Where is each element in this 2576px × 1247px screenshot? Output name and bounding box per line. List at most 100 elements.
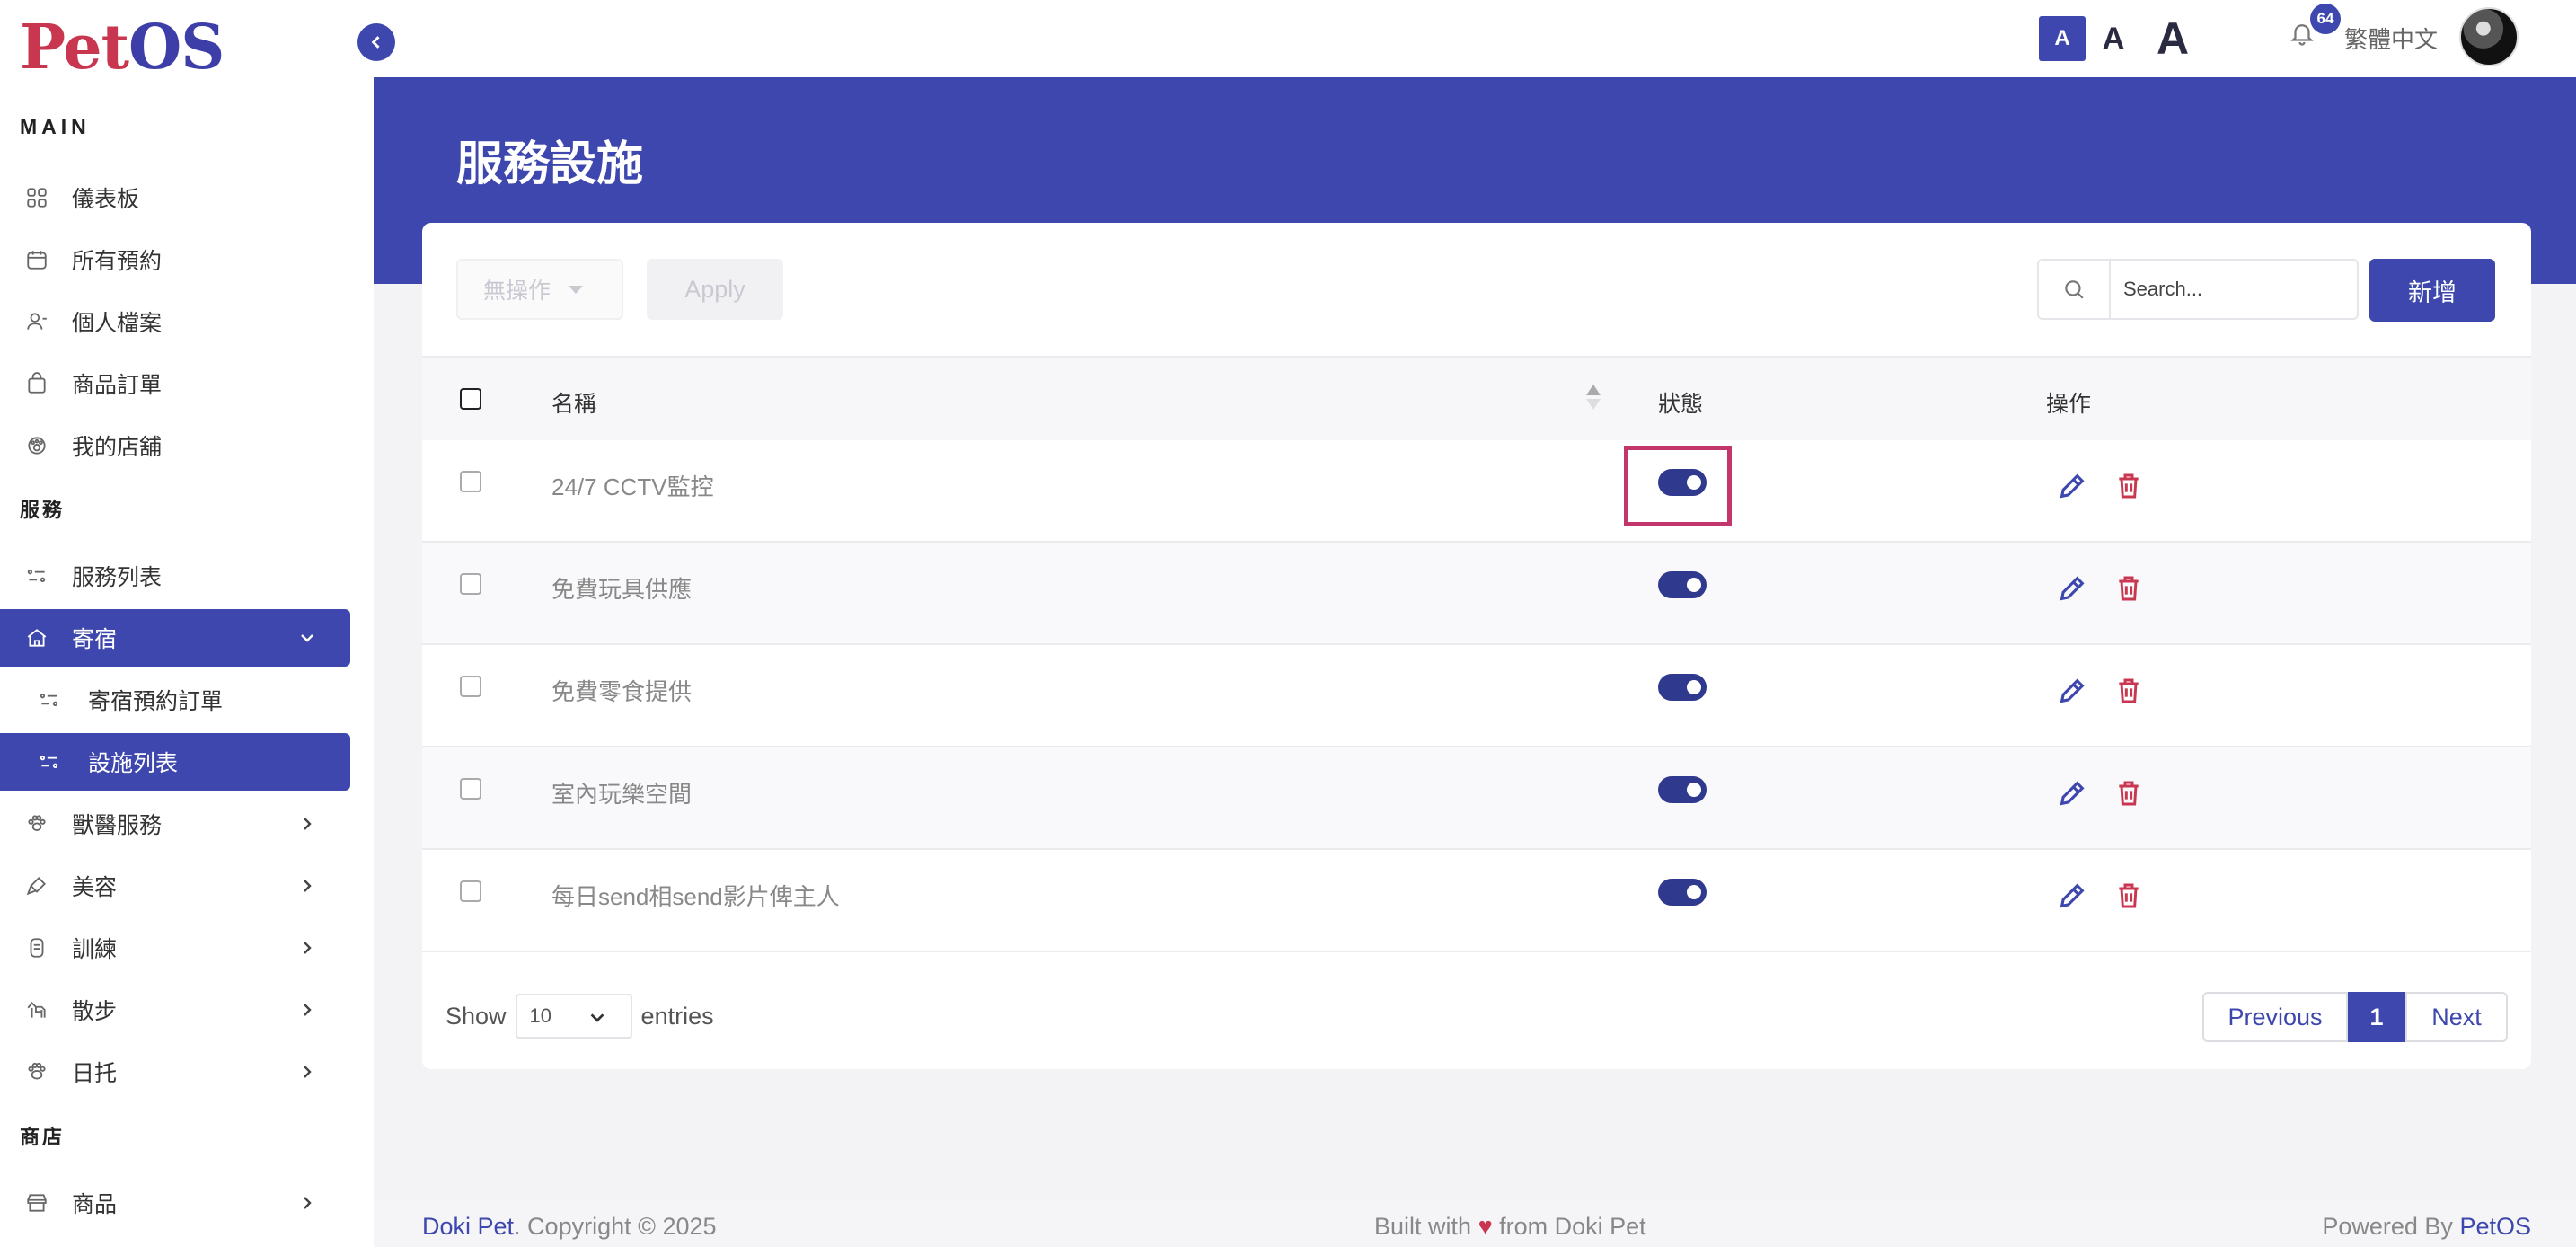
font-size-large-button[interactable]: A xyxy=(2147,13,2199,64)
apply-button[interactable]: Apply xyxy=(647,259,783,320)
search-input[interactable] xyxy=(2111,278,2353,301)
edit-icon[interactable] xyxy=(2057,471,2087,501)
font-size-small-button[interactable]: A xyxy=(2039,16,2086,61)
previous-page-button[interactable]: Previous xyxy=(2202,992,2348,1042)
sidebar-item-all-bookings[interactable]: 所有預約 xyxy=(0,231,350,288)
row-checkbox[interactable] xyxy=(460,471,481,492)
row-checkbox[interactable] xyxy=(460,880,481,902)
row-checkbox[interactable] xyxy=(460,778,481,800)
status-toggle[interactable] xyxy=(1658,571,1707,598)
sidebar-item-label: 所有預約 xyxy=(72,249,163,274)
facility-name: 室內玩樂空間 xyxy=(551,781,693,808)
select-all-checkbox[interactable] xyxy=(460,388,481,410)
next-page-button[interactable]: Next xyxy=(2405,992,2508,1042)
column-header-status: 狀態 xyxy=(1658,392,1704,417)
column-header-name[interactable]: 名稱 xyxy=(551,386,596,419)
avatar[interactable] xyxy=(2459,7,2519,66)
bulk-action-select[interactable]: 無操作 xyxy=(456,259,623,320)
facility-name: 24/7 CCTV監控 xyxy=(551,473,714,500)
chevron-left-icon xyxy=(371,36,380,49)
add-button[interactable]: 新增 xyxy=(2369,259,2495,322)
powered-brand-link[interactable]: PetOS xyxy=(2459,1213,2531,1240)
entries-label: entries xyxy=(640,1002,714,1030)
edit-icon[interactable] xyxy=(2057,778,2087,809)
highlighted-status-toggle-box xyxy=(1624,446,1732,526)
facility-name: 免費玩具供應 xyxy=(551,576,693,603)
table-row: 免費玩具供應 xyxy=(422,543,2531,645)
sidebar-item-walking[interactable]: 散步 xyxy=(0,981,350,1039)
table-row: 室內玩樂空間 xyxy=(422,747,2531,850)
sidebar-item-products[interactable]: 商品 xyxy=(0,1174,350,1232)
sidebar-item-label: 儀表板 xyxy=(72,187,140,212)
built-prefix: Built with xyxy=(1374,1213,1472,1240)
page-title: 服務設施 xyxy=(456,138,644,190)
trash-icon[interactable] xyxy=(2114,573,2143,604)
sidebar-item-label: 商品訂單 xyxy=(72,373,163,398)
caret-down-icon xyxy=(569,285,584,294)
edit-icon[interactable] xyxy=(2057,880,2087,911)
footer-powered-by: Powered By PetOS xyxy=(2322,1213,2531,1241)
edit-icon[interactable] xyxy=(2057,676,2087,706)
sidebar-item-label: 商品 xyxy=(72,1192,118,1217)
sidebar-item-dashboard[interactable]: 儀表板 xyxy=(0,169,350,226)
status-toggle[interactable] xyxy=(1658,674,1707,701)
grid-icon xyxy=(25,186,49,209)
sidebar-item-profile[interactable]: 個人檔案 xyxy=(0,293,350,350)
sidebar-collapse-button[interactable] xyxy=(357,23,395,61)
sidebar-item-facility-list[interactable]: 設施列表 xyxy=(0,733,350,791)
pagination: Previous 1 Next xyxy=(2202,992,2508,1042)
built-suffix: from Doki Pet xyxy=(1499,1213,1646,1240)
list-icon xyxy=(25,564,49,588)
status-toggle[interactable] xyxy=(1658,776,1707,803)
row-checkbox[interactable] xyxy=(460,676,481,697)
sidebar-item-grooming[interactable]: 美容 xyxy=(0,857,350,915)
row-checkbox[interactable] xyxy=(460,573,481,595)
chevron-right-icon xyxy=(296,813,318,835)
chevron-right-icon xyxy=(296,999,318,1021)
footer-brand-link[interactable]: Doki Pet xyxy=(422,1213,514,1240)
trash-icon[interactable] xyxy=(2114,880,2143,911)
sidebar-item-label: 日托 xyxy=(72,1061,118,1086)
paw-icon xyxy=(25,1060,49,1083)
edit-icon[interactable] xyxy=(2057,573,2087,604)
table-header: 名稱 狀態 操作 xyxy=(422,356,2531,440)
sidebar-item-label: 服務列表 xyxy=(72,565,163,590)
paw-icon xyxy=(25,434,49,457)
page-length-select[interactable]: 10 xyxy=(515,994,632,1039)
sidebar-item-service-list[interactable]: 服務列表 xyxy=(0,547,350,605)
facility-table-card: 無操作 Apply 新增 名稱 狀態 操作 24/7 CCTV監控 免費玩具供應… xyxy=(422,223,2531,1069)
chevron-down-icon xyxy=(590,1013,604,1022)
sort-icon[interactable] xyxy=(1586,385,1601,411)
store-icon xyxy=(25,1191,49,1215)
calendar-icon xyxy=(25,248,49,271)
sidebar-item-vet[interactable]: 獸醫服務 xyxy=(0,795,350,853)
sidebar-item-label: 個人檔案 xyxy=(72,311,163,336)
notification-badge: 64 xyxy=(2310,4,2341,34)
section-title-shop: 商店 xyxy=(20,1126,66,1148)
page-1-button[interactable]: 1 xyxy=(2348,992,2405,1042)
sidebar-item-my-store[interactable]: 我的店舖 xyxy=(0,417,350,474)
search-icon xyxy=(2039,261,2111,318)
medal-icon xyxy=(25,936,49,960)
dog-icon xyxy=(25,998,49,1021)
sidebar-item-product-orders[interactable]: 商品訂單 xyxy=(0,355,350,412)
font-size-medium-button[interactable]: A xyxy=(2093,16,2134,61)
language-selector[interactable]: 繁體中文 xyxy=(2344,22,2438,55)
chevron-right-icon xyxy=(296,1061,318,1083)
sidebar-item-boarding[interactable]: 寄宿 xyxy=(0,609,350,667)
sidebar-item-training[interactable]: 訓練 xyxy=(0,919,350,977)
show-label: Show xyxy=(446,1002,507,1030)
status-toggle[interactable] xyxy=(1658,879,1707,906)
petos-logo[interactable]: PetOS xyxy=(20,16,225,79)
trash-icon[interactable] xyxy=(2114,778,2143,809)
sidebar-item-daycare[interactable]: 日托 xyxy=(0,1043,350,1101)
shopping-bag-icon xyxy=(25,372,49,395)
sidebar-item-boarding-orders[interactable]: 寄宿預約訂單 xyxy=(0,671,350,729)
chevron-right-icon xyxy=(296,937,318,959)
trash-icon[interactable] xyxy=(2114,676,2143,706)
table-row: 每日send相send影片俾主人 xyxy=(422,850,2531,952)
paw-icon xyxy=(25,812,49,836)
brush-icon xyxy=(25,874,49,898)
section-title-main: MAIN xyxy=(20,115,91,138)
trash-icon[interactable] xyxy=(2114,471,2143,501)
